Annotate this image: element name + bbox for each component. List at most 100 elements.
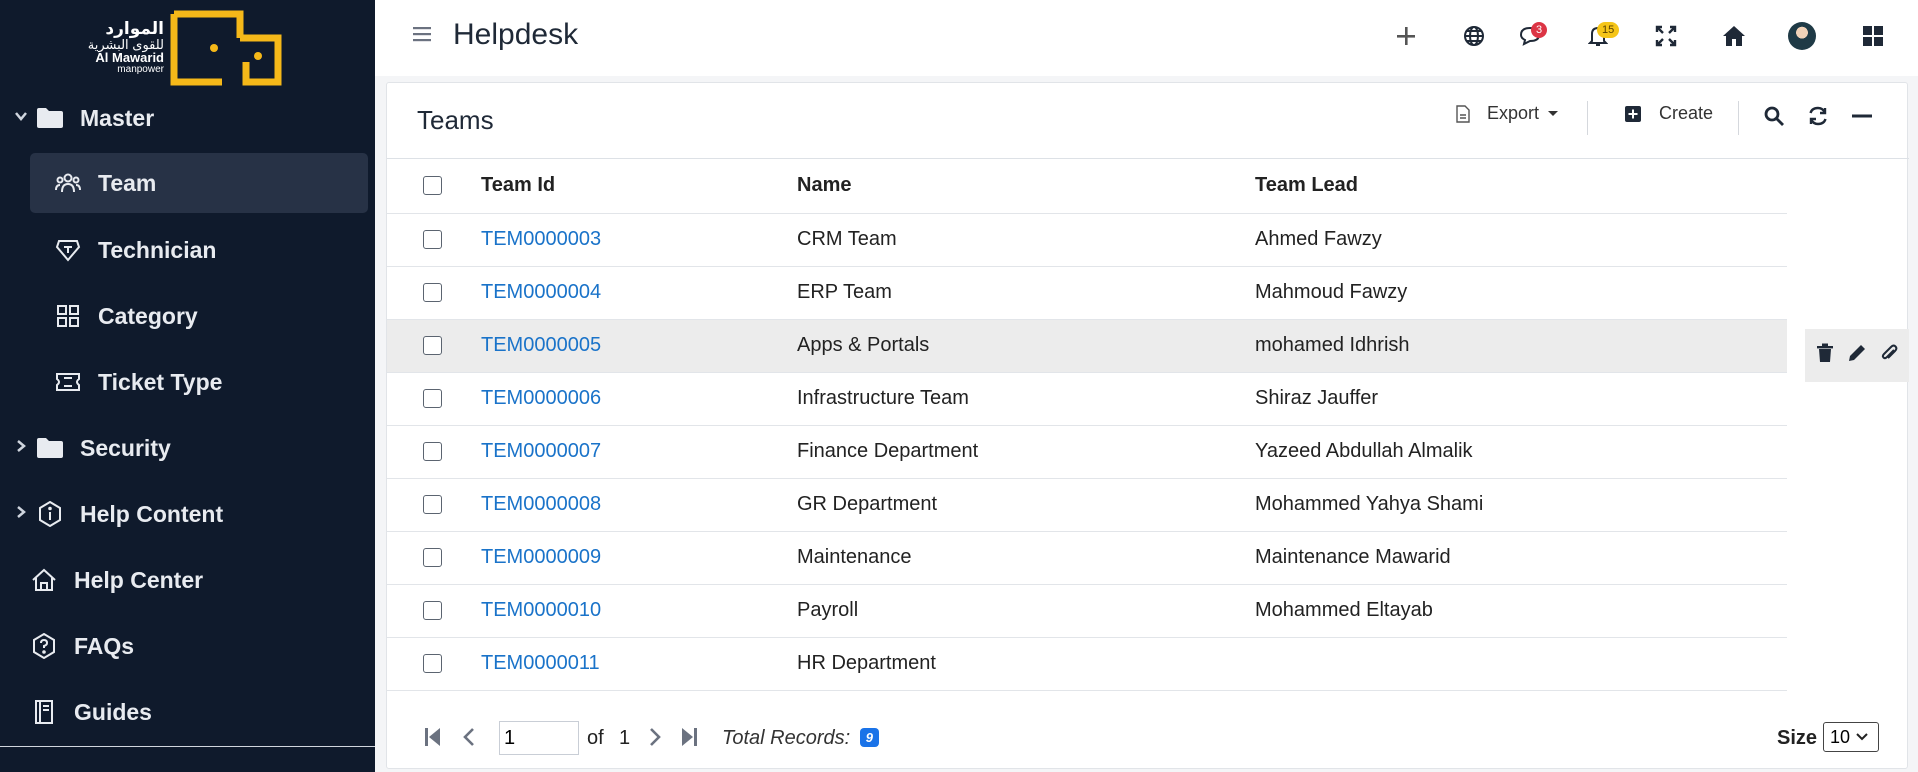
row-select-cell xyxy=(387,478,481,532)
create-button[interactable]: Create xyxy=(1625,103,1713,124)
panel-title: Teams xyxy=(417,105,494,135)
bell-icon[interactable]: 15 xyxy=(1583,21,1620,51)
table-row[interactable]: TEM0000007 Finance Department Yazeed Abd… xyxy=(387,425,1787,479)
column-header-team-id[interactable]: Team Id xyxy=(481,159,797,214)
page-size-select[interactable]: 10 xyxy=(1823,722,1879,752)
sidebar-item-label: Team xyxy=(98,169,157,196)
sidebar-item-ticket-type[interactable]: Ticket Type xyxy=(54,352,222,412)
team-id-cell: TEM0000010 xyxy=(481,584,797,638)
sidebar-item-label: Category xyxy=(98,302,198,329)
page-title: Helpdesk xyxy=(453,18,579,51)
row-checkbox[interactable] xyxy=(423,389,442,409)
total-pages: 1 xyxy=(619,727,631,749)
page-number-input[interactable] xyxy=(499,721,579,755)
shield-icon xyxy=(54,236,82,264)
user-avatar[interactable] xyxy=(1788,22,1816,50)
export-button[interactable]: Export xyxy=(1455,103,1559,124)
table-row[interactable]: TEM0000006 Infrastructure Team Shiraz Ja… xyxy=(387,372,1787,426)
search-icon[interactable] xyxy=(1759,101,1789,131)
previous-page-icon[interactable] xyxy=(457,725,481,749)
column-header-name[interactable]: Name xyxy=(797,159,1255,214)
sidebar: الموارد للقوى البشرية Al Mawarid manpowe… xyxy=(0,0,375,772)
table-row[interactable]: TEM0000009 Maintenance Maintenance Mawar… xyxy=(387,531,1787,585)
team-lead-cell: Shiraz Jauffer xyxy=(1255,372,1787,426)
logo-arabic-subtitle: للقوى البشرية xyxy=(87,36,164,52)
team-lead-cell: Mohammed Eltayab xyxy=(1255,584,1787,638)
table-row[interactable]: TEM0000010 Payroll Mohammed Eltayab xyxy=(387,584,1787,638)
row-checkbox[interactable] xyxy=(423,601,442,621)
column-header-team-lead[interactable]: Team Lead xyxy=(1255,159,1787,214)
brand-logo[interactable]: الموارد للقوى البشرية Al Mawarid manpowe… xyxy=(78,10,288,86)
row-checkbox[interactable] xyxy=(423,230,442,250)
sidebar-item-guides[interactable]: Guides xyxy=(30,682,152,742)
table-row[interactable]: TEM0000004 ERP Team Mahmoud Fawzy xyxy=(387,266,1787,320)
home-icon[interactable] xyxy=(1719,21,1749,51)
sidebar-item-faqs[interactable]: FAQs xyxy=(30,616,134,676)
row-select-cell xyxy=(387,319,481,373)
team-id-link[interactable]: TEM0000004 xyxy=(481,281,601,303)
team-name-cell: Apps & Portals xyxy=(797,319,1255,373)
row-checkbox[interactable] xyxy=(423,283,442,303)
sidebar-item-master[interactable]: Master xyxy=(15,88,155,148)
notification-count-badge: 15 xyxy=(1597,22,1620,38)
chat-icon[interactable]: 3 xyxy=(1515,21,1548,51)
team-id-link[interactable]: TEM0000011 xyxy=(481,652,600,674)
teams-table: Team Id Name Team Lead TEM0000003 CRM Te… xyxy=(387,159,1787,691)
menu-toggle-icon[interactable] xyxy=(411,24,435,48)
chevron-right-icon xyxy=(14,505,28,524)
sidebar-item-team[interactable]: Team xyxy=(30,153,368,213)
toolbar-divider xyxy=(1738,101,1739,135)
add-icon[interactable] xyxy=(1391,21,1421,51)
team-id-link[interactable]: TEM0000005 xyxy=(481,334,601,356)
team-id-cell: TEM0000008 xyxy=(481,478,797,532)
fullscreen-icon[interactable] xyxy=(1651,21,1681,51)
edit-icon[interactable] xyxy=(1847,343,1867,368)
row-checkbox[interactable] xyxy=(423,654,442,674)
team-name-cell: Infrastructure Team xyxy=(797,372,1255,426)
folder-icon xyxy=(36,104,64,132)
refresh-icon[interactable] xyxy=(1803,101,1833,131)
row-checkbox[interactable] xyxy=(423,548,442,568)
team-name-cell: Payroll xyxy=(797,584,1255,638)
next-page-icon[interactable] xyxy=(643,725,667,749)
row-select-cell xyxy=(387,425,481,479)
row-select-cell xyxy=(387,637,481,691)
create-label: Create xyxy=(1659,103,1714,123)
table-row[interactable]: TEM0000008 GR Department Mohammed Yahya … xyxy=(387,478,1787,532)
sidebar-item-technician[interactable]: Technician xyxy=(54,220,216,280)
top-header: Helpdesk 3 15 xyxy=(375,0,1918,76)
team-id-link[interactable]: TEM0000006 xyxy=(481,387,601,409)
row-checkbox[interactable] xyxy=(423,495,442,515)
first-page-icon[interactable] xyxy=(421,725,445,749)
team-name-cell: HR Department xyxy=(797,637,1255,691)
team-id-link[interactable]: TEM0000007 xyxy=(481,440,601,462)
table-row[interactable]: TEM0000011 HR Department xyxy=(387,637,1787,691)
row-checkbox[interactable] xyxy=(423,442,442,462)
table-row-hovered[interactable]: TEM0000005 Apps & Portals mohamed Idhris… xyxy=(387,319,1787,373)
sidebar-item-security[interactable]: Security xyxy=(17,418,171,478)
sidebar-item-help-center[interactable]: Help Center xyxy=(30,550,203,610)
team-lead-cell xyxy=(1255,637,1787,691)
team-id-link[interactable]: TEM0000009 xyxy=(481,546,601,568)
attachment-icon[interactable] xyxy=(1880,343,1898,368)
export-label: Export xyxy=(1487,103,1540,123)
total-records-badge: 9 xyxy=(859,728,880,747)
row-select-cell xyxy=(387,213,481,267)
team-lead-cell: Ahmed Fawzy xyxy=(1255,213,1787,267)
apps-grid-icon[interactable] xyxy=(1858,21,1888,51)
globe-icon[interactable] xyxy=(1459,21,1489,51)
select-all-checkbox[interactable] xyxy=(423,176,442,196)
sidebar-item-label: Master xyxy=(80,104,155,131)
team-name-cell: GR Department xyxy=(797,478,1255,532)
delete-icon[interactable] xyxy=(1816,343,1834,368)
sidebar-item-help-content[interactable]: Help Content xyxy=(17,484,223,544)
row-checkbox[interactable] xyxy=(423,336,442,356)
team-id-link[interactable]: TEM0000003 xyxy=(481,228,601,250)
last-page-icon[interactable] xyxy=(677,725,701,749)
sidebar-item-category[interactable]: Category xyxy=(54,286,198,346)
team-id-link[interactable]: TEM0000010 xyxy=(481,599,601,621)
team-id-cell: TEM0000005 xyxy=(481,319,797,373)
collapse-icon[interactable] xyxy=(1847,101,1877,131)
table-row[interactable]: TEM0000003 CRM Team Ahmed Fawzy xyxy=(387,213,1787,267)
team-id-link[interactable]: TEM0000008 xyxy=(481,493,601,515)
